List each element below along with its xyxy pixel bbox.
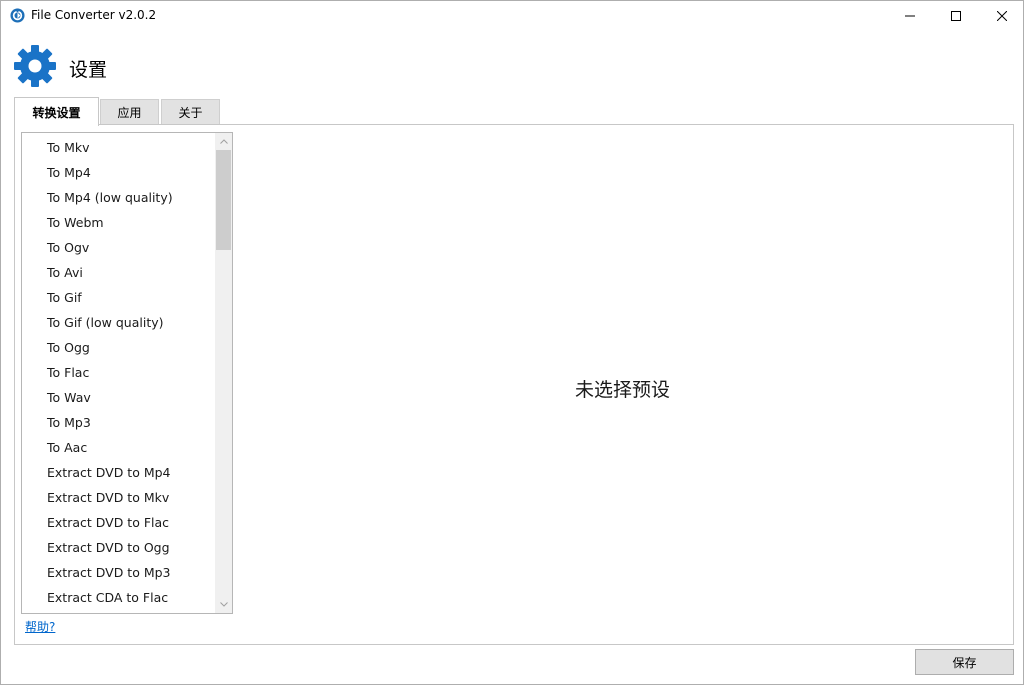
scroll-up-button[interactable] [215,133,232,150]
scrollbar-thumb[interactable] [216,150,231,250]
list-item[interactable]: To Webm [22,210,214,235]
tab-about[interactable]: 关于 [161,99,220,125]
list-item[interactable]: To Ogg [22,335,214,360]
chevron-down-icon [219,602,228,607]
maximize-button[interactable] [933,1,979,31]
close-icon [997,11,1007,21]
preset-list[interactable]: To Mkv To Mp4 To Mp4 (low quality) To We… [21,132,233,614]
list-item[interactable]: Extract DVD to Flac [22,510,214,535]
scroll-down-button[interactable] [215,596,232,613]
tab-conversion-settings[interactable]: 转换设置 [14,97,99,126]
list-item[interactable]: To Mp4 (low quality) [22,185,214,210]
list-item[interactable]: Extract DVD to Ogg [22,535,214,560]
list-item[interactable]: To Mkv [22,135,214,160]
settings-panel: To Mkv To Mp4 To Mp4 (low quality) To We… [14,124,1014,645]
page-title: 设置 [69,59,108,81]
list-item[interactable]: To Avi [22,260,214,285]
chevron-up-icon [219,139,228,144]
list-item[interactable]: Extract DVD to Mp3 [22,560,214,585]
list-item[interactable]: To Ogv [22,235,214,260]
list-item[interactable]: To Mp3 [22,410,214,435]
gear-icon [14,45,56,87]
help-link[interactable]: 帮助? [25,618,55,635]
no-preset-message: 未选择预设 [575,379,671,401]
list-item[interactable]: To Aac [22,435,214,460]
title-bar[interactable]: File Converter v2.0.2 [1,1,1023,31]
list-item[interactable]: To Mp4 [22,160,214,185]
list-scrollbar[interactable] [215,133,232,613]
minimize-button[interactable] [887,1,933,31]
save-button[interactable]: 保存 [915,649,1014,675]
app-window: File Converter v2.0.2 设置 转换设置 应用 关于 To M… [0,0,1024,685]
minimize-icon [905,15,915,17]
list-item[interactable]: Extract DVD to Mp4 [22,460,214,485]
tab-application[interactable]: 应用 [100,99,159,125]
list-item[interactable]: To Flac [22,360,214,385]
maximize-icon [951,11,961,21]
list-item[interactable]: To Gif (low quality) [22,310,214,335]
window-title: File Converter v2.0.2 [31,8,157,22]
close-button[interactable] [979,1,1024,31]
app-logo-icon [10,8,25,23]
list-item[interactable]: To Gif [22,285,214,310]
list-item[interactable]: Extract DVD to Mkv [22,485,214,510]
list-item[interactable]: Extract CDA to Flac [22,585,214,610]
preset-list-items: To Mkv To Mp4 To Mp4 (low quality) To We… [22,135,214,610]
list-item[interactable]: To Wav [22,385,214,410]
